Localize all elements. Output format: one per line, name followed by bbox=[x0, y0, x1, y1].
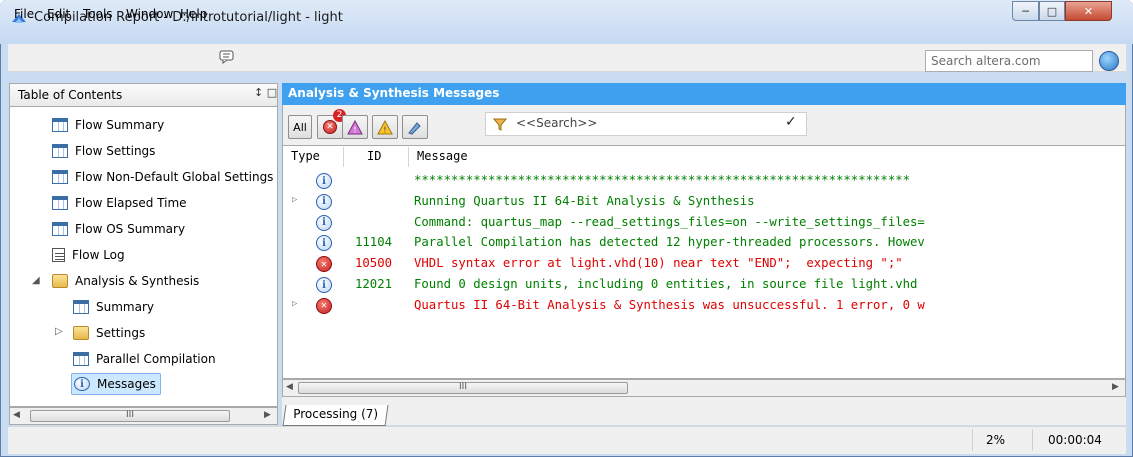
toc-item-parallel-compilation[interactable]: Parallel Compilation bbox=[73, 348, 216, 370]
message-text: Found 0 design units, including 0 entiti… bbox=[414, 277, 918, 291]
table-icon bbox=[52, 222, 68, 236]
column-divider[interactable] bbox=[408, 147, 409, 167]
close-button[interactable]: ✕ bbox=[1065, 1, 1112, 21]
minimize-button[interactable]: ─ bbox=[1012, 1, 1039, 21]
message-text: Parallel Compilation has detected 12 hyp… bbox=[414, 235, 925, 250]
elapsed-time: 00:00:04 bbox=[1048, 433, 1102, 447]
expand-arrow-icon[interactable]: ▷ bbox=[55, 326, 63, 337]
critical-warning-filter-button[interactable]: ! bbox=[342, 115, 368, 139]
message-row[interactable]: ▷ ✕ Quartus II 64-Bit Analysis & Synthesis… bbox=[283, 295, 1125, 317]
message-id: 10500 bbox=[355, 256, 393, 271]
toc-item-flow-settings[interactable]: Flow Settings bbox=[52, 140, 155, 162]
message-text: Command: quartus_map --read_settings_fil… bbox=[414, 214, 925, 229]
table-icon bbox=[52, 196, 68, 210]
table-icon bbox=[52, 144, 68, 158]
table-of-contents: Flow Summary Flow Settings Flow Non-Defa… bbox=[9, 107, 278, 407]
menu-window[interactable]: Window bbox=[126, 7, 173, 21]
pin-icon[interactable]: ↕ □ bbox=[254, 86, 277, 99]
toc-item-messages[interactable]: i Messages bbox=[71, 373, 161, 395]
toc-item-flow-log[interactable]: Flow Log bbox=[52, 244, 125, 266]
scroll-right-icon[interactable]: ▶ bbox=[1112, 382, 1119, 392]
toc-item-flow-non-default[interactable]: Flow Non-Default Global Settings bbox=[52, 166, 273, 188]
filter-funnel-icon bbox=[493, 118, 507, 131]
column-divider[interactable] bbox=[343, 147, 344, 167]
message-row[interactable]: i 11104 Parallel Compilation has detected … bbox=[283, 232, 1125, 254]
menu-file[interactable]: File bbox=[14, 7, 34, 21]
globe-icon[interactable] bbox=[1099, 51, 1119, 71]
table-icon bbox=[73, 352, 89, 366]
comment-icon[interactable] bbox=[219, 50, 235, 64]
svg-text:!: ! bbox=[353, 125, 356, 134]
status-divider bbox=[1032, 429, 1033, 451]
message-row[interactable]: i ***************************************… bbox=[283, 170, 1125, 192]
menu-tools[interactable]: Tools bbox=[83, 7, 113, 21]
messages-scroll-thumb[interactable]: III bbox=[298, 382, 628, 394]
folder-open-icon bbox=[52, 274, 68, 288]
status-divider bbox=[972, 429, 973, 451]
message-row[interactable]: i 12021 Found 0 design units, including 0 … bbox=[283, 274, 1125, 296]
column-header-id[interactable]: ID bbox=[367, 149, 381, 163]
scroll-right-icon[interactable]: ▶ bbox=[264, 410, 271, 420]
table-icon bbox=[73, 300, 89, 314]
toc-item-flow-elapsed-time[interactable]: Flow Elapsed Time bbox=[52, 192, 187, 214]
all-filter-button[interactable]: All bbox=[288, 115, 312, 139]
message-id: 11104 bbox=[355, 235, 393, 250]
tab-processing[interactable]: Processing (7) bbox=[282, 405, 389, 426]
collapse-arrow-icon[interactable]: ◢ bbox=[32, 275, 40, 286]
info-icon: i bbox=[316, 193, 332, 210]
search-input[interactable]: Search altera.com bbox=[925, 50, 1093, 72]
critical-warning-icon: ! bbox=[347, 119, 363, 134]
table-icon bbox=[52, 118, 68, 132]
scroll-left-icon[interactable]: ◀ bbox=[13, 410, 20, 420]
toc-item-flow-os-summary[interactable]: Flow OS Summary bbox=[52, 218, 185, 240]
folder-icon bbox=[73, 326, 89, 340]
toc-item-settings[interactable]: Settings bbox=[73, 322, 145, 344]
menu-help[interactable]: Help bbox=[180, 7, 207, 21]
message-text: VHDL syntax error at light.vhd(10) near … bbox=[414, 256, 903, 271]
error-icon: ✕ bbox=[316, 297, 332, 314]
message-row[interactable]: i Command: quartus_map --read_settings_fi… bbox=[283, 212, 1125, 234]
info-icon: i bbox=[316, 214, 332, 231]
message-id: 12021 bbox=[355, 277, 393, 291]
info-icon: i bbox=[316, 277, 332, 293]
info-icon: i bbox=[74, 377, 90, 391]
toc-item-summary[interactable]: Summary bbox=[73, 296, 154, 318]
column-header-message[interactable]: Message bbox=[417, 149, 468, 163]
toc-scroll-thumb[interactable]: III bbox=[30, 410, 230, 422]
toc-header: Table of Contents bbox=[9, 83, 278, 107]
toc-item-flow-summary[interactable]: Flow Summary bbox=[52, 114, 164, 136]
progress-percent: 2% bbox=[986, 433, 1006, 447]
message-text: Quartus II 64-Bit Analysis & Synthesis w… bbox=[414, 297, 925, 312]
error-icon: ✕ bbox=[323, 120, 337, 134]
messages-header: Analysis & Synthesis Messages bbox=[282, 83, 1126, 105]
expand-arrow-icon[interactable]: ▷ bbox=[292, 195, 297, 205]
menu-edit[interactable]: Edit bbox=[47, 7, 70, 21]
suppressed-message-icon bbox=[408, 121, 421, 135]
info-icon: i bbox=[316, 173, 332, 189]
table-icon bbox=[52, 170, 68, 184]
message-text: ****************************************… bbox=[414, 173, 911, 187]
message-row[interactable]: ▷ i Running Quartus II 64-Bit Analysis & S… bbox=[283, 191, 1125, 213]
message-text: Running Quartus II 64-Bit Analysis & Syn… bbox=[414, 193, 755, 208]
status-bar bbox=[8, 426, 1126, 454]
expand-arrow-icon[interactable]: ▷ bbox=[292, 299, 297, 309]
maximize-button[interactable]: □ bbox=[1039, 1, 1065, 21]
warning-filter-button[interactable]: ! bbox=[372, 115, 398, 139]
message-search-input[interactable]: <<Search>> bbox=[485, 112, 807, 136]
warning-icon: ! bbox=[377, 119, 393, 134]
message-row[interactable]: ✕ 10500 VHDL syntax error at light.vhd(10)… bbox=[283, 253, 1125, 275]
messages-tab-bar bbox=[282, 397, 1126, 425]
toc-item-analysis-synthesis[interactable]: Analysis & Synthesis bbox=[52, 270, 199, 292]
info-icon: i bbox=[316, 235, 332, 252]
scroll-left-icon[interactable]: ◀ bbox=[286, 382, 293, 392]
document-icon bbox=[52, 248, 65, 262]
column-header-type[interactable]: Type bbox=[291, 149, 320, 163]
svg-text:!: ! bbox=[383, 125, 386, 134]
suppressed-filter-button[interactable] bbox=[402, 115, 428, 139]
error-icon: ✕ bbox=[316, 256, 332, 273]
chevron-down-icon[interactable]: ✓ bbox=[785, 114, 797, 130]
